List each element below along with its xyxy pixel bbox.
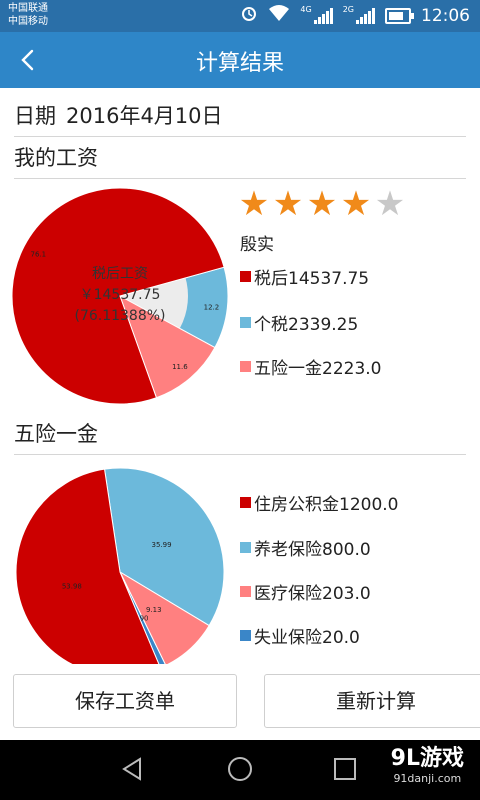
center-title: 税后工资	[92, 266, 148, 282]
legend-item: 医疗保险203.0	[240, 579, 371, 604]
watermark-title: 9L游戏	[390, 746, 464, 771]
legend-swatch	[240, 542, 251, 553]
legend-swatch	[240, 586, 251, 597]
pie-slice-label: 76.1	[31, 251, 47, 259]
salary-donut-chart: 12.2 11.6 76.1 税后工资 ￥14537.75 (76.11388%)	[10, 186, 230, 406]
save-payslip-button[interactable]: 保存工资单	[13, 674, 237, 728]
network-type-1: 4G	[300, 5, 312, 14]
nav-back-button[interactable]	[118, 754, 148, 784]
carrier-info: 中国联通 中国移动	[8, 2, 48, 28]
insurance-section-title: 五险一金	[14, 418, 466, 455]
legend-swatch	[240, 497, 251, 508]
nav-home-button[interactable]	[225, 754, 255, 784]
pie-slice-label: 11.6	[172, 363, 188, 371]
center-percent: (76.11388%)	[74, 308, 166, 324]
center-amount: ￥14537.75	[79, 287, 161, 303]
legend-swatch	[240, 317, 251, 328]
alarm-icon	[240, 4, 258, 27]
pie-slice-label: 9.13	[146, 606, 162, 614]
salary-section-title: 我的工资	[14, 142, 466, 179]
star-filled-icon: ★	[340, 184, 372, 224]
nav-recent-button[interactable]	[330, 754, 360, 784]
star-empty-icon: ★	[374, 184, 406, 224]
status-icons: 4G 2G 12:06	[240, 4, 470, 27]
circle-home-icon	[228, 757, 252, 781]
pie-slice-label: 35.99	[152, 541, 172, 549]
watermark-site: 91danji.com	[393, 772, 462, 785]
legend-label: 住房公积金1200.0	[254, 495, 399, 515]
legend-label: 医疗保险203.0	[254, 584, 371, 604]
legend-label: 税后14537.75	[254, 269, 370, 289]
star-filled-icon: ★	[272, 184, 304, 224]
legend-item: 住房公积金1200.0	[240, 490, 398, 515]
square-recent-icon	[334, 758, 356, 780]
triangle-back-icon	[122, 757, 141, 781]
legend-label: 五险一金2223.0	[254, 359, 382, 379]
rating-stars: ★ ★ ★ ★ ★	[238, 186, 406, 222]
battery-icon	[385, 7, 414, 24]
legend-swatch	[240, 361, 251, 372]
legend-item: 税后14537.75	[240, 264, 369, 289]
carrier-2: 中国移动	[8, 16, 48, 27]
legend-item: 养老保险800.0	[240, 535, 371, 560]
date-label: 日期	[14, 104, 56, 128]
legend-label: 失业保险20.0	[254, 628, 360, 648]
legend-label: 个税2339.25	[254, 315, 359, 335]
network-type-2: 2G	[342, 5, 354, 14]
signal-icon	[313, 7, 333, 24]
legend-swatch	[240, 630, 251, 641]
wifi-icon	[268, 4, 290, 27]
carrier-1: 中国联通	[8, 3, 48, 14]
insurance-pie-chart: 35.99 9.13 0.90 53.98	[10, 464, 230, 677]
app-bar: 计算结果	[0, 32, 480, 88]
legend-swatch	[240, 271, 251, 282]
page-title: 计算结果	[195, 51, 284, 76]
star-filled-icon: ★	[238, 184, 270, 224]
legend-item: 五险一金2223.0	[240, 354, 381, 379]
rating-text: 殷实	[240, 235, 274, 255]
star-filled-icon: ★	[306, 184, 338, 224]
signal-icon-2	[356, 7, 375, 24]
insurance-pie-svg: 35.999.130.9053.98	[15, 467, 225, 677]
date-row: 日期 2016年4月10日	[14, 100, 466, 137]
status-bar: 中国联通 中国移动 4G 2G 12:06	[0, 0, 480, 32]
pie-slice-label: 53.98	[62, 583, 82, 591]
legend-item: 个税2339.25	[240, 310, 358, 335]
date-value: 2016年4月10日	[66, 104, 223, 128]
system-nav-bar: 9L游戏 91danji.com	[0, 740, 480, 800]
status-time: 12:06	[421, 5, 470, 26]
legend-label: 养老保险800.0	[254, 540, 371, 560]
donut-center-label: 税后工资 ￥14537.75 (76.11388%)	[10, 264, 230, 327]
recalculate-button[interactable]: 重新计算	[264, 674, 480, 728]
legend-item: 失业保险20.0	[240, 623, 360, 648]
watermark-logo: 9L游戏 91danji.com	[391, 746, 464, 786]
